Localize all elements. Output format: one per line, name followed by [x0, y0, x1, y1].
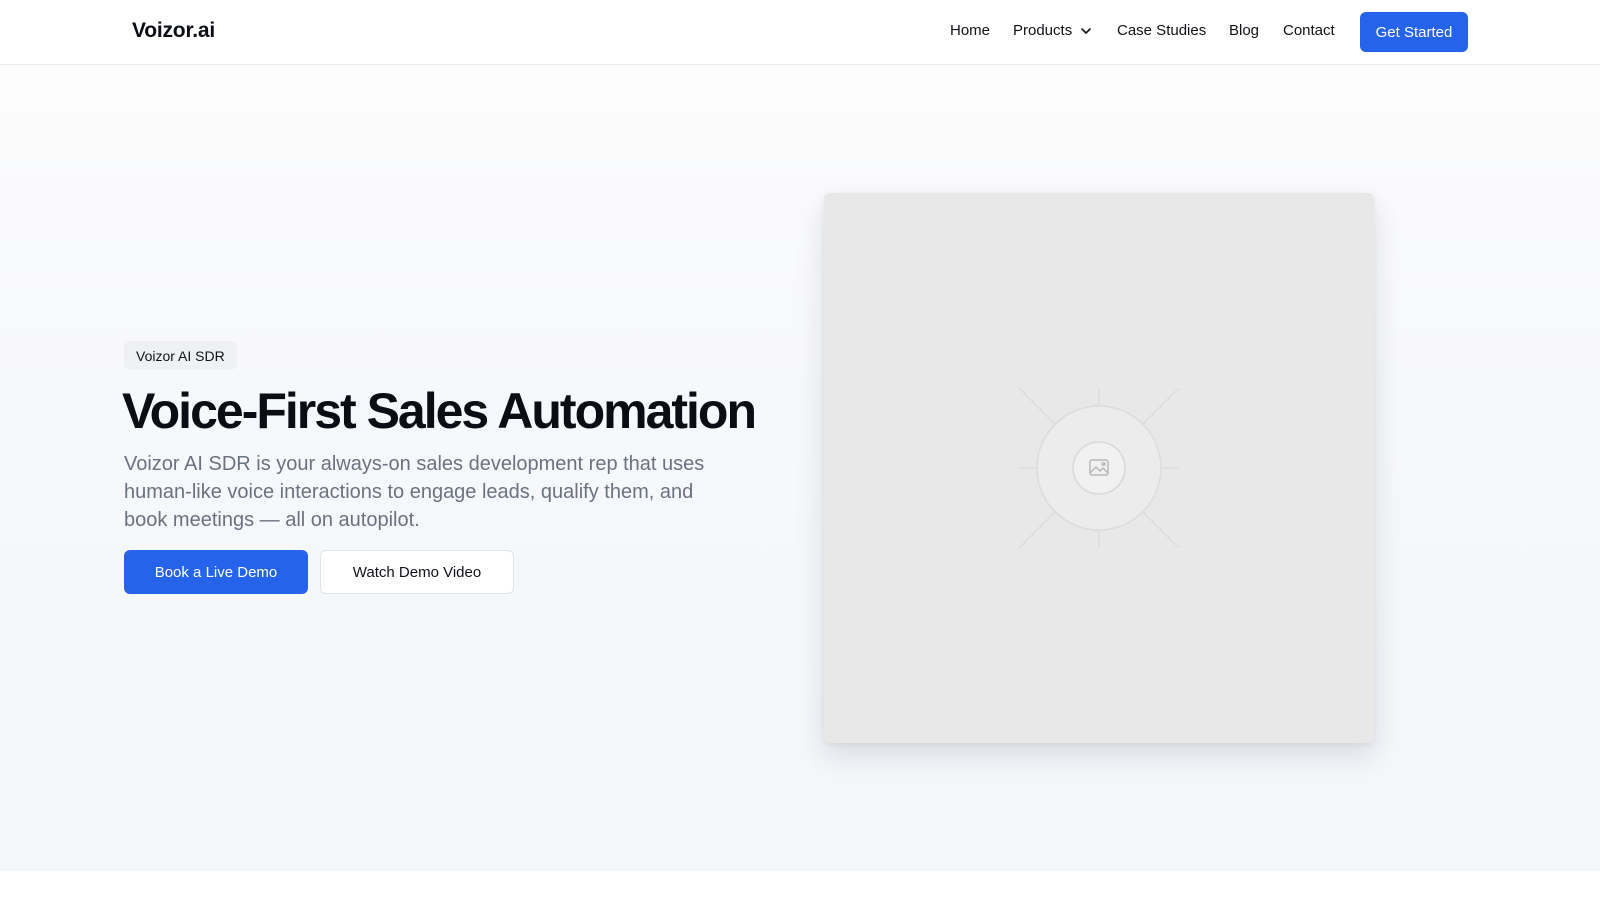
- hero-image-placeholder: [824, 193, 1374, 743]
- get-started-button[interactable]: Get Started: [1360, 12, 1468, 52]
- product-badge: Voizor AI SDR: [124, 341, 237, 370]
- nav-case-studies[interactable]: Case Studies: [1117, 22, 1206, 39]
- brand-logo[interactable]: Voizor.ai: [132, 19, 215, 43]
- chevron-down-icon: [1081, 27, 1092, 34]
- nav-products[interactable]: Products: [1013, 22, 1093, 39]
- image-placeholder-icon: [1018, 387, 1180, 549]
- site-header: Voizor.ai Home Products Case Studies Blo…: [0, 0, 1600, 65]
- nav-products-label: Products: [1013, 22, 1073, 39]
- nav-home[interactable]: Home: [950, 22, 990, 39]
- watch-video-button[interactable]: Watch Demo Video: [320, 550, 514, 594]
- book-demo-button[interactable]: Book a Live Demo: [124, 550, 308, 594]
- hero-subtext: Voizor AI SDR is your always-on sales de…: [124, 453, 705, 531]
- hero-headline: Voice-First Sales Automation: [122, 383, 757, 439]
- nav-blog[interactable]: Blog: [1229, 22, 1259, 39]
- nav-contact[interactable]: Contact: [1283, 22, 1335, 39]
